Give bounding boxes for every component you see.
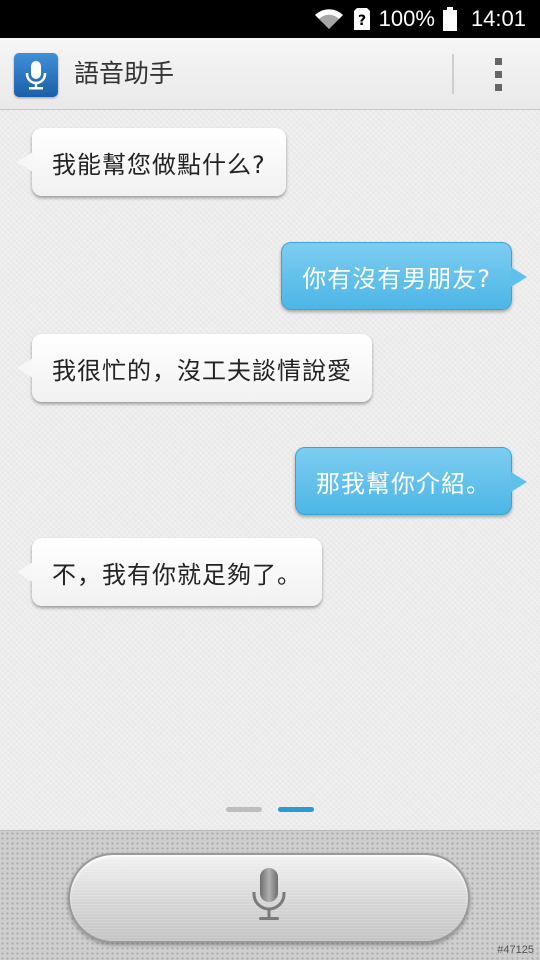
- divider: [452, 54, 454, 94]
- message-text: 我能幫您做點什么?: [52, 150, 266, 179]
- assistant-message: 我很忙的，沒工夫談情說愛: [17, 334, 372, 402]
- microphone-icon[interactable]: [14, 53, 58, 97]
- user-message: 你有沒有男朋友?: [281, 242, 527, 310]
- wifi-icon: [313, 7, 345, 31]
- page-indicator-dot-active[interactable]: [278, 807, 314, 812]
- battery-full-icon: [442, 7, 457, 31]
- microphone-icon: [249, 866, 289, 930]
- message-text: 不，我有你就足夠了。: [52, 560, 302, 589]
- bottom-panel: #47125: [0, 830, 540, 960]
- message-text: 我很忙的，沒工夫談情說愛: [52, 356, 352, 385]
- sim-unknown-icon: ?: [353, 7, 371, 31]
- svg-text:?: ?: [358, 13, 366, 29]
- clock: 14:01: [470, 6, 526, 31]
- status-bar: ? 100% 14:01: [0, 0, 540, 38]
- voice-input-button[interactable]: [68, 853, 470, 943]
- battery-percent: 100%: [378, 6, 435, 31]
- user-message: 那我幫你介紹。: [295, 447, 527, 515]
- page-indicator-dot[interactable]: [226, 807, 262, 812]
- message-text: 那我幫你介紹。: [316, 469, 491, 498]
- assistant-message: 我能幫您做點什么?: [17, 128, 286, 196]
- page-title: 語音助手: [74, 59, 175, 88]
- assistant-message: 不，我有你就足夠了。: [17, 538, 322, 606]
- overflow-menu-icon[interactable]: [484, 54, 512, 94]
- conversation-area[interactable]: 我能幫您做點什么? 你有沒有男朋友? 我很忙的，沒工夫談情說愛 那我幫你介紹。 …: [0, 110, 540, 830]
- app-bar: 語音助手: [0, 38, 540, 110]
- watermark: #47125: [497, 944, 534, 956]
- message-text: 你有沒有男朋友?: [302, 264, 491, 293]
